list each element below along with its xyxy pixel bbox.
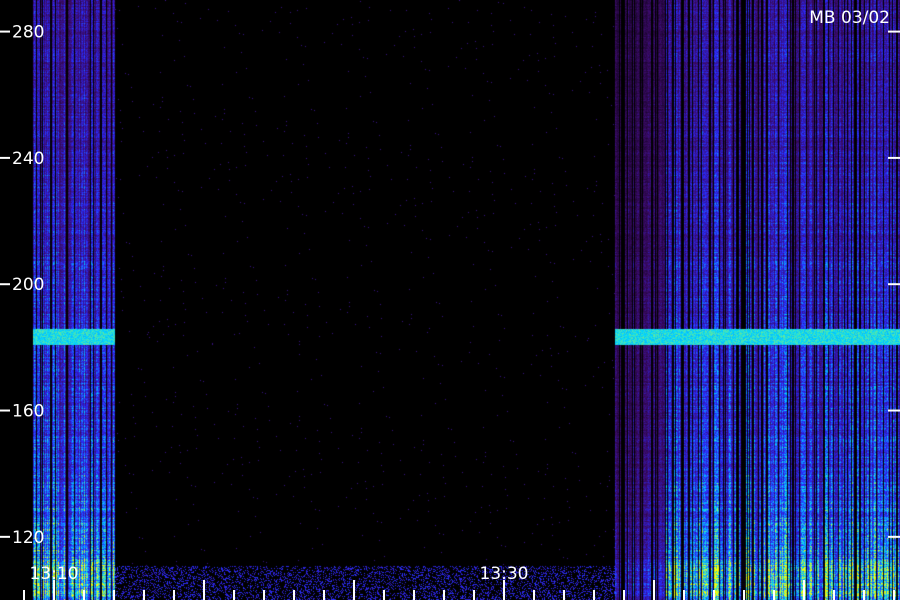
axes-overlay: 120160200240280 13:1013:3013:50 MB 03/02	[0, 8, 900, 600]
y-axis: 120 160 200 240 280	[0, 23, 900, 548]
spectrogram-plot: 120160200240280 13:1013:3013:50 MB 03/02	[0, 0, 900, 600]
y-tick-label: 200	[12, 275, 44, 295]
y-tick-label: 120	[12, 528, 44, 548]
y-tick-label: 280	[12, 23, 44, 43]
x-tick-label: 13:30	[480, 564, 529, 584]
x-tick-label: 13:10	[30, 564, 79, 584]
chart-title: MB 03/02	[809, 8, 890, 28]
x-axis: 13:1013:3013:50	[23, 564, 895, 600]
y-tick-label: 240	[12, 149, 44, 169]
y-tick-label: 160	[12, 402, 44, 422]
